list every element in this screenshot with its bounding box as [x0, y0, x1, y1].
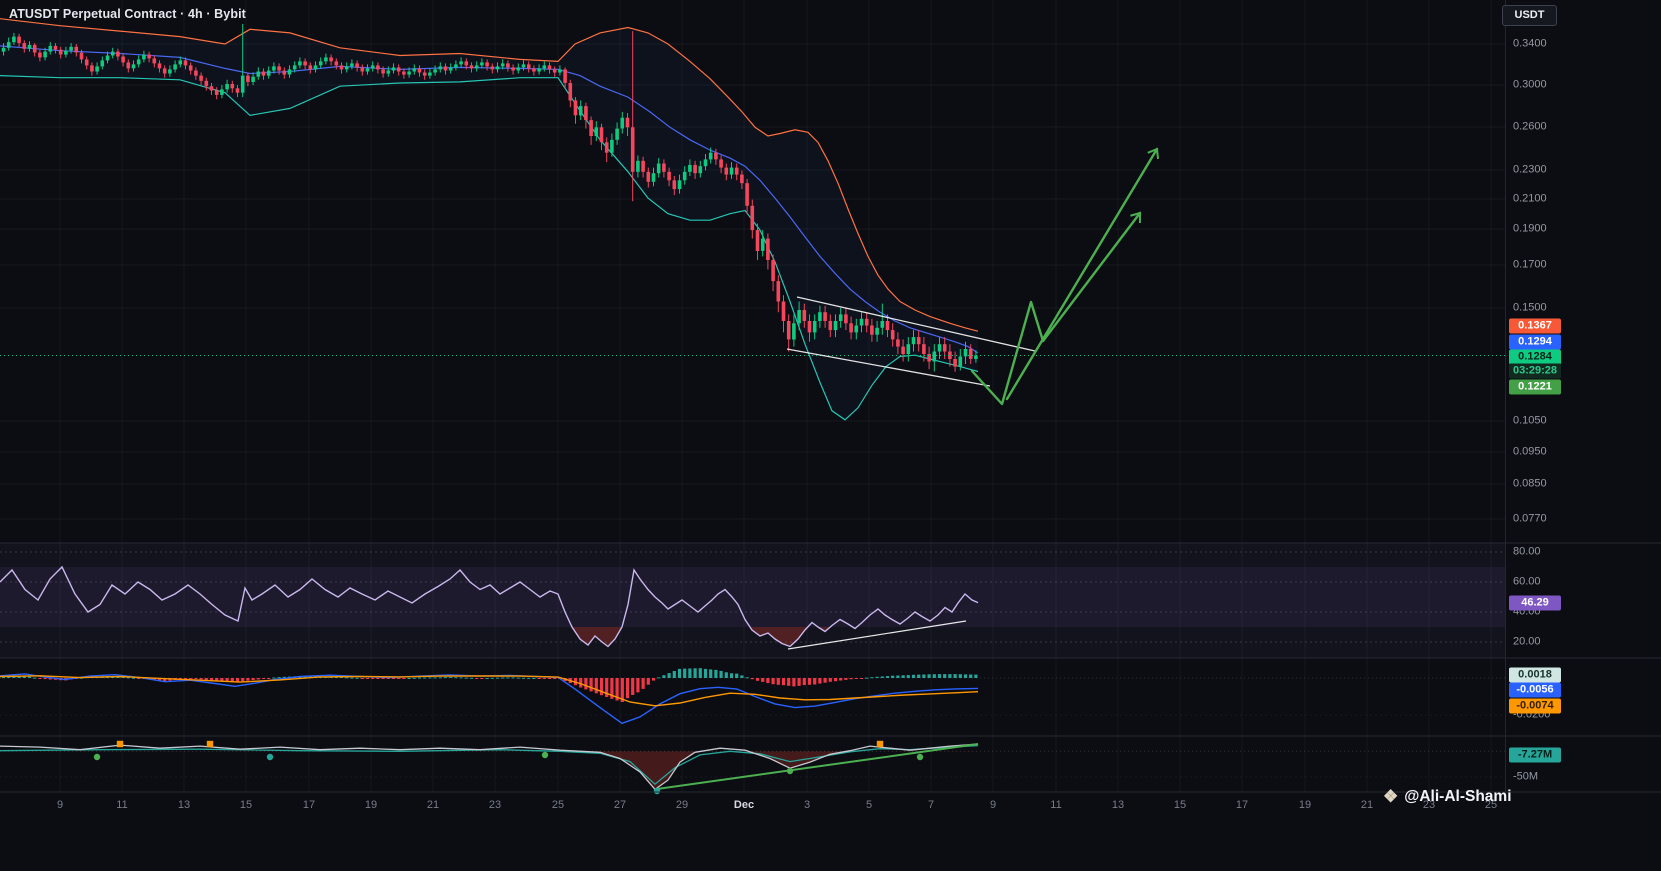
price-tick: 0.1050	[1513, 415, 1547, 428]
time-tick: 21	[427, 799, 439, 811]
bb-upper-value-badge: 0.1367	[1509, 319, 1561, 334]
price-tick: 0.3000	[1513, 79, 1547, 92]
time-tick: 11	[1050, 799, 1061, 811]
time-tick: 19	[1299, 799, 1311, 811]
price-tick: 0.1900	[1513, 223, 1547, 236]
time-tick: Dec	[734, 799, 754, 811]
currency-toggle-button[interactable]: USDT	[1502, 5, 1557, 26]
delta-value-badge: -7.27M	[1509, 748, 1561, 763]
symbol-title[interactable]: ATUSDT Perpetual Contract · 4h · Bybit	[9, 7, 246, 21]
time-tick: 5	[866, 799, 872, 811]
time-tick: 11	[116, 799, 127, 811]
time-tick: 9	[990, 799, 996, 811]
watermark-text: @Ali-Al-Shami	[1404, 788, 1511, 806]
last-price-badge: 0.1284	[1509, 350, 1561, 365]
time-tick: 15	[1174, 799, 1186, 811]
watermark-logo-icon: ❖	[1383, 787, 1398, 807]
price-tick: 0.0950	[1513, 446, 1547, 459]
time-tick: 17	[303, 799, 315, 811]
macd-hist-value-badge: 0.0018	[1509, 668, 1561, 683]
rsi-tick: 80.00	[1513, 546, 1541, 559]
countdown-badge: 03:29:28	[1509, 364, 1561, 379]
time-tick: 29	[676, 799, 688, 811]
price-tick: 0.2100	[1513, 193, 1547, 206]
time-tick: 19	[365, 799, 377, 811]
price-tick: 0.2600	[1513, 121, 1547, 134]
watermark: ❖ @Ali-Al-Shami	[1383, 787, 1512, 807]
time-tick: 25	[552, 799, 564, 811]
time-tick: 7	[928, 799, 934, 811]
time-tick: 17	[1236, 799, 1248, 811]
macd-signal-value-badge: -0.0074	[1509, 699, 1561, 714]
time-tick: 23	[489, 799, 501, 811]
bb-basis-value-badge: 0.1294	[1509, 335, 1561, 350]
macd-line-value-badge: -0.0056	[1509, 683, 1561, 698]
time-tick: 15	[240, 799, 252, 811]
price-scale[interactable]: 0.3400 0.3000 0.2600 0.2300 0.2100 0.1900 0.17…	[1505, 0, 1661, 792]
price-tick: 0.1500	[1513, 302, 1547, 315]
delta-tick: -50M	[1513, 771, 1538, 784]
price-tick: 0.1700	[1513, 259, 1547, 272]
price-tick: 0.0770	[1513, 513, 1547, 526]
chart-canvas[interactable]	[0, 0, 1661, 871]
time-tick: 13	[1112, 799, 1124, 811]
rsi-value-badge: 46.29	[1509, 596, 1561, 611]
rsi-tick: 60.00	[1513, 576, 1541, 589]
trading-chart-window: ATUSDT Perpetual Contract · 4h · Bybit U…	[0, 0, 1661, 871]
price-tick: 0.0850	[1513, 478, 1547, 491]
price-tick: 0.2300	[1513, 164, 1547, 177]
time-tick: 3	[804, 799, 810, 811]
time-tick: 13	[178, 799, 190, 811]
price-tick: 0.3400	[1513, 38, 1547, 51]
bb-lower-value-badge: 0.1221	[1509, 380, 1561, 395]
time-tick: 21	[1361, 799, 1373, 811]
rsi-tick: 20.00	[1513, 636, 1541, 649]
time-tick: 9	[57, 799, 63, 811]
time-tick: 27	[614, 799, 626, 811]
